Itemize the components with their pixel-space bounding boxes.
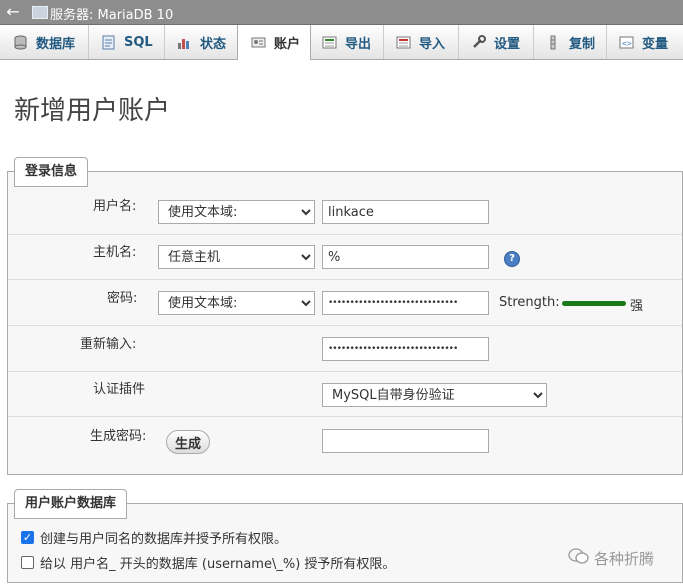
tab-status[interactable]: 状态 [164,25,238,59]
tab-label: 数据库 [36,36,76,52]
grant-prefix-label[interactable]: 给以 用户名_ 开头的数据库 (username\_%) 授予所有权限。 [40,553,395,572]
strength-meter [562,301,626,306]
password-input[interactable] [322,291,489,315]
sql-icon [101,35,116,50]
auth-plugin-row: 认证插件 MySQL自带身份验证 [8,371,682,417]
generate-password-label: 生成密码: [90,429,147,444]
back-arrow-icon[interactable]: ← [3,2,23,22]
page-title: 新增用户账户 [14,96,171,126]
tab-settings[interactable]: 设置 [458,25,534,59]
watermark: 各种折腾 [568,547,654,569]
host-mode-select[interactable]: 任意主机 [158,245,315,269]
username-input[interactable] [322,200,489,224]
password-mode-select[interactable]: 使用文本域: [158,291,315,315]
reenter-row: 重新输入: [8,325,682,372]
variables-icon: <> [619,35,634,50]
tab-label: 复制 [569,36,596,52]
strength-label: Strength: [499,295,560,310]
user-database-legend: 用户账户数据库 [14,489,128,519]
main-tabbar: 数据库 SQL 状态 账户 导出 导入 设置 复制 <> 变量 [0,25,683,60]
tab-variables[interactable]: <> 变量 [606,25,683,59]
tab-accounts[interactable]: 账户 [237,25,311,60]
tab-label: 设置 [494,36,521,52]
replication-icon [546,35,561,50]
generate-button[interactable]: 生成 [166,430,211,454]
status-icon [177,35,192,50]
host-label: 主机名: [93,245,137,260]
tab-label: 状态 [200,36,227,52]
tab-label: 账户 [274,37,301,52]
tab-sql[interactable]: SQL [88,25,165,59]
server-title[interactable]: 服务器: MariaDB 10 [50,4,173,23]
tab-label: SQL [124,34,153,50]
host-row: 主机名: 任意主机 ? [8,234,682,280]
username-row: 用户名: 使用文本域: [8,188,682,234]
strength-value: 强 [630,299,644,314]
tab-label: 变量 [642,36,669,52]
tab-import[interactable]: 导入 [383,25,459,59]
generate-password-row: 生成密码: 生成 [8,416,682,475]
reenter-password-input[interactable] [322,337,489,361]
reenter-label: 重新输入: [80,337,137,352]
grant-prefix-checkbox[interactable] [21,556,34,569]
tab-replication[interactable]: 复制 [533,25,607,59]
tab-export[interactable]: 导出 [309,25,384,59]
create-db-label[interactable]: 创建与用户同名的数据库并授予所有权限。 [40,528,287,547]
tab-label: 导入 [419,36,446,52]
svg-text:<>: <> [622,39,632,48]
settings-icon [471,34,486,50]
tab-label: 导出 [345,36,372,52]
wechat-icon [568,547,590,569]
username-label: 用户名: [93,199,137,214]
login-info-legend: 登录信息 [14,157,89,187]
generated-password-input[interactable] [322,429,489,453]
login-info-fieldset: 用户名: 使用文本域: 主机名: 任意主机 ? 密码: 使用文本域: Stren… [7,171,683,475]
password-label: 密码: [107,291,138,306]
tab-databases[interactable]: 数据库 [0,25,89,59]
import-icon [396,35,411,50]
export-icon [322,35,337,50]
username-mode-select[interactable]: 使用文本域: [158,200,315,224]
server-icon [32,6,48,19]
auth-plugin-select[interactable]: MySQL自带身份验证 [322,383,547,407]
server-titlebar: ← 服务器: MariaDB 10 [0,0,683,25]
password-row: 密码: 使用文本域: Strength: 强 [8,279,682,326]
host-input[interactable] [322,245,489,269]
help-icon[interactable]: ? [504,251,520,267]
watermark-text: 各种折腾 [594,549,655,568]
create-db-checkbox[interactable]: ✓ [21,531,34,544]
auth-plugin-label: 认证插件 [93,382,146,397]
accounts-icon [251,35,266,50]
database-icon [13,35,28,50]
